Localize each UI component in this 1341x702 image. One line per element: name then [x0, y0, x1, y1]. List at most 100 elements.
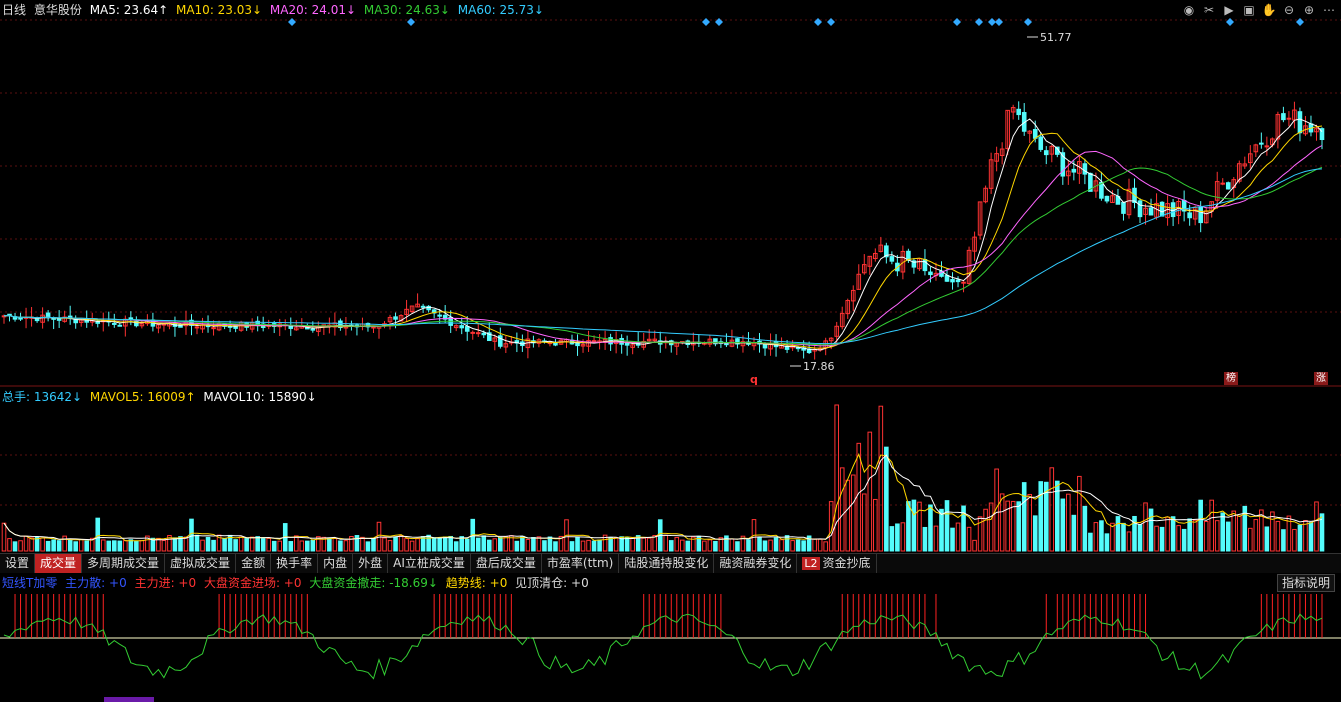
volume-bar: [999, 493, 1005, 552]
volume-bar: [900, 522, 906, 552]
volume-bar: [950, 527, 955, 552]
tab-virtual-volume[interactable]: 虚拟成交量: [165, 554, 237, 573]
tab-outer-volume[interactable]: 外盘: [353, 554, 389, 573]
candle-body: [117, 324, 123, 327]
tab-after-hours-volume[interactable]: 盘后成交量: [471, 554, 542, 573]
volume-bar: [1275, 520, 1281, 552]
volume-bar: [12, 541, 18, 552]
tab-pe-ttm[interactable]: 市盈率(ttm): [542, 554, 620, 573]
volume-bar: [288, 541, 294, 552]
volume-bar: [597, 539, 602, 552]
tab-volume[interactable]: 成交量: [35, 554, 83, 573]
volume-bar: [713, 540, 718, 552]
more-icon[interactable]: ⋯: [1321, 2, 1337, 18]
tab-settings[interactable]: 设置: [0, 554, 36, 573]
rank-badge[interactable]: 榜: [1224, 372, 1238, 385]
q-marker: q: [750, 373, 758, 386]
rise-badge[interactable]: 涨: [1314, 372, 1328, 385]
tab-bottom-fishing-label: 资金抄底: [822, 556, 871, 570]
volume-bar: [271, 540, 277, 552]
volume-bar: [481, 535, 487, 552]
volume-bar: [663, 534, 669, 552]
candle-body: [1038, 136, 1044, 150]
volume-bar: [7, 538, 12, 552]
ma20-label: MA20: 24.01↓: [269, 3, 357, 17]
volume-bar: [801, 540, 806, 552]
tab-multi-period-volume[interactable]: 多周期成交量: [82, 554, 166, 573]
volume-bar: [415, 538, 420, 552]
tab-ai-volume[interactable]: AI立桩成交量: [388, 554, 471, 573]
mavol5-label: MAVOL5: 16009↑: [89, 390, 196, 404]
volume-bar: [393, 536, 398, 552]
lock-icon[interactable]: ▣: [1241, 2, 1257, 18]
volume-bar: [40, 537, 45, 552]
volume-bar: [1143, 502, 1148, 552]
play-icon[interactable]: ▶: [1221, 2, 1237, 18]
candle-body: [961, 281, 966, 284]
volume-bar: [1154, 525, 1159, 552]
candle-body: [1071, 168, 1077, 173]
signal-diamond: [288, 18, 296, 26]
volume-bar: [933, 525, 939, 552]
volume-bar: [939, 508, 944, 552]
candle-body: [18, 317, 23, 320]
volume-bar: [812, 538, 817, 552]
volume-bar: [1292, 528, 1297, 552]
volume-bar: [442, 536, 448, 552]
tab-margin[interactable]: 融资融券变化: [714, 554, 798, 573]
volume-bar: [1253, 519, 1259, 552]
volume-bar: [172, 537, 178, 552]
tab-amount[interactable]: 金额: [236, 554, 272, 573]
volume-bar: [1192, 519, 1198, 552]
tab-northbound[interactable]: 陆股通持股变化: [619, 554, 715, 573]
volume-bar: [674, 536, 680, 552]
candle-body: [111, 322, 117, 325]
volume-bar: [1264, 526, 1270, 552]
volume-bar: [966, 526, 972, 552]
kline-chart[interactable]: 51.77 17.86 q: [0, 0, 1341, 702]
tab-bottom-fishing[interactable]: L2 资金抄底: [797, 554, 877, 573]
indicator-explain-button[interactable]: 指标说明: [1276, 574, 1335, 592]
volume-bar: [255, 536, 260, 552]
volume-bar: [680, 539, 685, 552]
volume-bar: [194, 534, 200, 552]
volume-bar: [327, 537, 332, 552]
scissors-icon[interactable]: ✂: [1201, 2, 1217, 18]
signal-diamond: [975, 18, 983, 26]
candle-body: [1198, 206, 1203, 224]
volume-bar: [420, 536, 426, 552]
volume-bar: [773, 537, 779, 552]
volume-bar: [161, 540, 167, 552]
volume-bar: [729, 538, 735, 552]
volume-bar: [1071, 514, 1077, 552]
signal-diamond: [814, 18, 822, 26]
volume-bar: [1297, 524, 1303, 552]
volume-bar: [1137, 524, 1143, 552]
zoom-out-icon[interactable]: ⊖: [1281, 2, 1297, 18]
volume-bar: [238, 536, 244, 552]
volume-bar: [205, 536, 211, 552]
volume-bar: [1181, 528, 1187, 552]
candle-body: [1137, 200, 1143, 218]
indicator-name: 短线T加零: [2, 576, 58, 590]
volume-bar: [779, 539, 784, 552]
zoom-in-icon[interactable]: ⊕: [1301, 2, 1317, 18]
candle-body: [1104, 195, 1110, 202]
volume-bar: [45, 540, 51, 552]
volume-bar: [365, 541, 371, 552]
volume-bar: [1209, 499, 1215, 552]
tab-turnover[interactable]: 换手率: [271, 554, 319, 573]
signal-diamond: [988, 18, 996, 26]
candle-body: [371, 326, 376, 329]
candle-body: [1297, 111, 1303, 134]
volume-bar: [492, 538, 498, 552]
tab-inner-volume[interactable]: 内盘: [318, 554, 354, 573]
volume-bar: [299, 540, 305, 552]
volume-bar: [1231, 510, 1237, 552]
volume-bar: [1165, 516, 1170, 552]
volume-bar: [1093, 522, 1099, 552]
price-header: 日线 意华股份 MA5: 23.64↑ MA10: 23.03↓ MA20: 2…: [2, 2, 548, 18]
hand-icon[interactable]: ✋: [1261, 2, 1277, 18]
eye-icon[interactable]: ◉: [1181, 2, 1197, 18]
volume-bar: [73, 541, 78, 552]
